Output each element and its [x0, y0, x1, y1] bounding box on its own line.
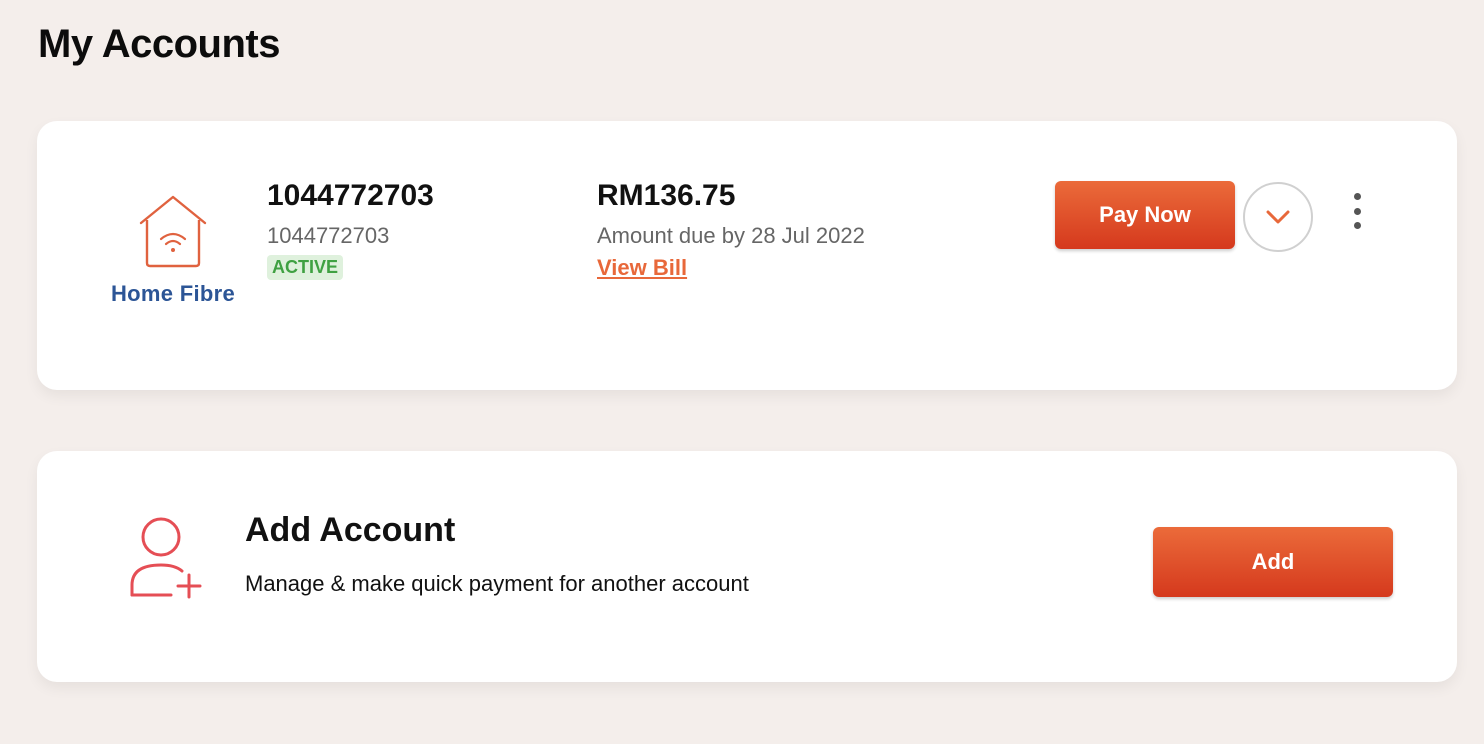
view-bill-link[interactable]: View Bill [597, 255, 687, 281]
bill-info: RM136.75 Amount due by 28 Jul 2022 View … [597, 179, 865, 281]
kebab-dot [1353, 207, 1361, 215]
home-wifi-icon [139, 195, 207, 268]
kebab-menu-icon[interactable] [1343, 193, 1371, 229]
chevron-down-icon [1266, 210, 1290, 224]
pay-now-button[interactable]: Pay Now [1055, 181, 1235, 249]
add-account-title: Add Account [245, 511, 456, 549]
add-account-card: Add Account Manage & make quick payment … [37, 451, 1457, 682]
service-label: Home Fibre [110, 281, 236, 306]
due-date-text: Amount due by 28 Jul 2022 [597, 223, 865, 248]
amount-due: RM136.75 [597, 179, 736, 212]
kebab-dot [1353, 222, 1361, 229]
add-account-button[interactable]: Add [1153, 527, 1393, 597]
expand-account-button[interactable] [1243, 182, 1313, 252]
account-number: 1044772703 [267, 179, 434, 212]
add-user-icon [130, 517, 202, 599]
service-type: Home Fibre [103, 193, 243, 307]
account-subtitle: 1044772703 [267, 223, 390, 248]
status-badge: ACTIVE [267, 255, 344, 280]
kebab-dot [1353, 193, 1361, 200]
account-card: Home Fibre 1044772703 1044772703 ACTIVE … [37, 121, 1457, 390]
add-account-description: Manage & make quick payment for another … [245, 571, 749, 596]
page-title: My Accounts [38, 22, 280, 66]
account-info: 1044772703 1044772703 ACTIVE [267, 179, 434, 280]
